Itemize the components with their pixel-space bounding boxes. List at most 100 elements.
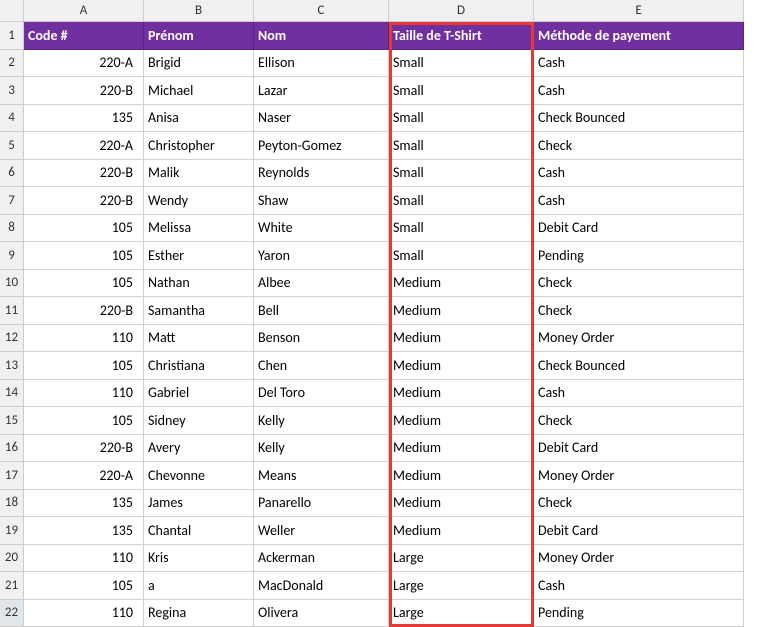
row-header-20[interactable]: 20 <box>0 545 24 573</box>
row-header-8[interactable]: 8 <box>0 215 24 243</box>
cell-taille[interactable]: Medium <box>389 517 534 545</box>
select-all-corner[interactable] <box>0 0 24 22</box>
cell-prenom[interactable]: Michael <box>144 77 254 105</box>
cell-prenom[interactable]: Chantal <box>144 517 254 545</box>
cell-code[interactable]: 110 <box>24 380 144 408</box>
cell-taille[interactable]: Small <box>389 215 534 243</box>
cell-nom[interactable]: Peyton-Gomez <box>254 132 389 160</box>
cell-nom[interactable]: Bell <box>254 297 389 325</box>
cell-code[interactable]: 135 <box>24 517 144 545</box>
cell-methode[interactable]: Cash <box>534 187 744 215</box>
row-header-5[interactable]: 5 <box>0 132 24 160</box>
cell-nom[interactable]: Shaw <box>254 187 389 215</box>
cell-nom[interactable]: Panarello <box>254 490 389 518</box>
cell-nom[interactable]: Olivera <box>254 600 389 627</box>
cell-nom[interactable]: Kelly <box>254 407 389 435</box>
cell-nom[interactable]: Albee <box>254 270 389 298</box>
cell-nom[interactable]: White <box>254 215 389 243</box>
row-header-19[interactable]: 19 <box>0 517 24 545</box>
row-header-13[interactable]: 13 <box>0 352 24 380</box>
cell-code[interactable]: 220-B <box>24 435 144 463</box>
cell-nom[interactable]: Weller <box>254 517 389 545</box>
cell-nom[interactable]: Benson <box>254 325 389 353</box>
row-header-2[interactable]: 2 <box>0 50 24 78</box>
cell-taille[interactable]: Medium <box>389 297 534 325</box>
row-header-6[interactable]: 6 <box>0 160 24 188</box>
cell-taille[interactable]: Small <box>389 77 534 105</box>
cell-taille[interactable]: Medium <box>389 325 534 353</box>
cell-methode[interactable]: Money Order <box>534 462 744 490</box>
cell-prenom[interactable]: Wendy <box>144 187 254 215</box>
cell-nom[interactable]: Naser <box>254 105 389 133</box>
cell-methode[interactable]: Cash <box>534 50 744 78</box>
cell-methode[interactable]: Check <box>534 490 744 518</box>
row-header-18[interactable]: 18 <box>0 490 24 518</box>
cell-methode[interactable]: Cash <box>534 380 744 408</box>
cell-taille[interactable]: Medium <box>389 352 534 380</box>
row-header-11[interactable]: 11 <box>0 297 24 325</box>
cell-code[interactable]: 220-A <box>24 50 144 78</box>
cell-nom[interactable]: Yaron <box>254 242 389 270</box>
cell-nom[interactable]: Lazar <box>254 77 389 105</box>
cell-taille[interactable]: Medium <box>389 380 534 408</box>
cell-prenom[interactable]: a <box>144 572 254 600</box>
cell-code[interactable]: 105 <box>24 215 144 243</box>
cell-taille[interactable]: Small <box>389 160 534 188</box>
cell-taille[interactable]: Large <box>389 545 534 573</box>
cell-methode[interactable]: Check <box>534 270 744 298</box>
cell-code[interactable]: 220-A <box>24 462 144 490</box>
cell-code[interactable]: 110 <box>24 545 144 573</box>
cell-nom[interactable]: Del Toro <box>254 380 389 408</box>
cell-prenom[interactable]: Anisa <box>144 105 254 133</box>
cell-code[interactable]: 105 <box>24 352 144 380</box>
cell-methode[interactable]: Check Bounced <box>534 105 744 133</box>
cell-code[interactable]: 220-B <box>24 77 144 105</box>
col-header-C[interactable]: C <box>254 0 389 22</box>
cell-prenom[interactable]: Christiana <box>144 352 254 380</box>
cell-nom[interactable]: Chen <box>254 352 389 380</box>
row-header-14[interactable]: 14 <box>0 380 24 408</box>
row-header-3[interactable]: 3 <box>0 77 24 105</box>
row-header-9[interactable]: 9 <box>0 242 24 270</box>
row-header-15[interactable]: 15 <box>0 407 24 435</box>
header-cell-methode[interactable]: Méthode de payement <box>534 22 744 50</box>
cell-methode[interactable]: Cash <box>534 77 744 105</box>
col-header-E[interactable]: E <box>534 0 744 22</box>
cell-methode[interactable]: Money Order <box>534 545 744 573</box>
row-header-12[interactable]: 12 <box>0 325 24 353</box>
row-header-7[interactable]: 7 <box>0 187 24 215</box>
col-header-B[interactable]: B <box>144 0 254 22</box>
cell-nom[interactable]: Kelly <box>254 435 389 463</box>
cell-code[interactable]: 220-B <box>24 297 144 325</box>
cell-code[interactable]: 220-B <box>24 187 144 215</box>
cell-prenom[interactable]: Malik <box>144 160 254 188</box>
cell-prenom[interactable]: Nathan <box>144 270 254 298</box>
cell-taille[interactable]: Small <box>389 242 534 270</box>
cell-nom[interactable]: Ellison <box>254 50 389 78</box>
cell-nom[interactable]: Reynolds <box>254 160 389 188</box>
cell-methode[interactable]: Check <box>534 132 744 160</box>
cell-methode[interactable]: Money Order <box>534 325 744 353</box>
row-header-21[interactable]: 21 <box>0 572 24 600</box>
cell-prenom[interactable]: Regina <box>144 600 254 627</box>
col-header-A[interactable]: A <box>24 0 144 22</box>
row-header-16[interactable]: 16 <box>0 435 24 463</box>
header-cell-nom[interactable]: Nom <box>254 22 389 50</box>
row-header-4[interactable]: 4 <box>0 105 24 133</box>
row-header-17[interactable]: 17 <box>0 462 24 490</box>
cell-methode[interactable]: Debit Card <box>534 215 744 243</box>
cell-prenom[interactable]: Chevonne <box>144 462 254 490</box>
cell-code[interactable]: 105 <box>24 407 144 435</box>
cell-taille[interactable]: Medium <box>389 462 534 490</box>
cell-prenom[interactable]: James <box>144 490 254 518</box>
cell-prenom[interactable]: Kris <box>144 545 254 573</box>
cell-code[interactable]: 220-A <box>24 132 144 160</box>
cell-methode[interactable]: Pending <box>534 242 744 270</box>
cell-taille[interactable]: Medium <box>389 435 534 463</box>
cell-taille[interactable]: Small <box>389 187 534 215</box>
cell-code[interactable]: 105 <box>24 270 144 298</box>
cell-prenom[interactable]: Christopher <box>144 132 254 160</box>
cell-methode[interactable]: Debit Card <box>534 435 744 463</box>
header-cell-code[interactable]: Code # <box>24 22 144 50</box>
cell-taille[interactable]: Small <box>389 105 534 133</box>
